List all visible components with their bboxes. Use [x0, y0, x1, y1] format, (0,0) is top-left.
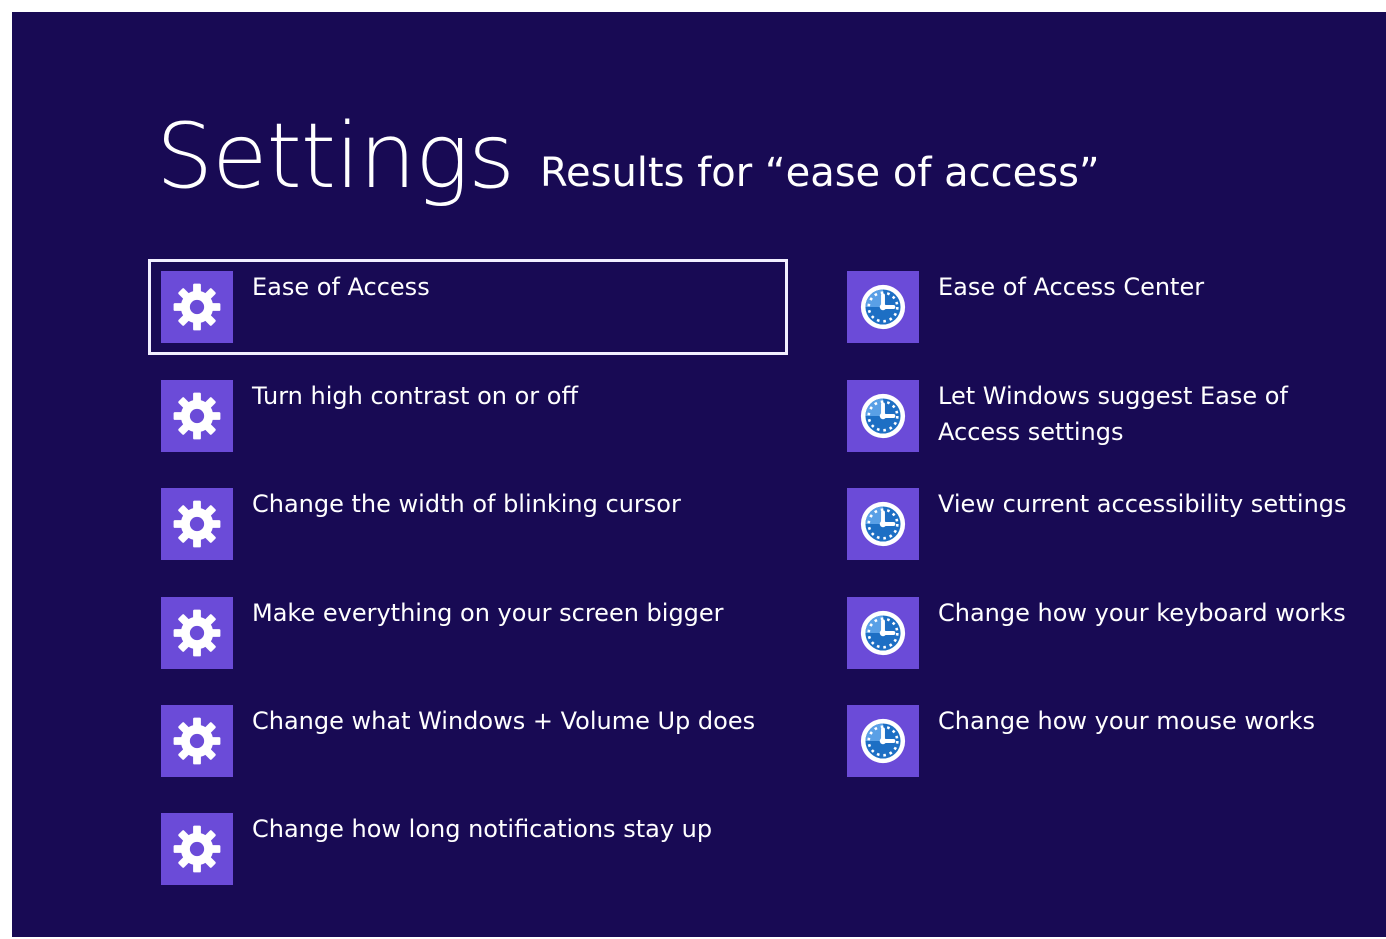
result-view-accessibility-settings[interactable]: View current accessibility settings	[834, 476, 1374, 572]
gear-icon	[161, 488, 233, 560]
result-blinking-cursor-width[interactable]: Change the width of blinking cursor	[148, 476, 788, 572]
result-notification-duration[interactable]: Change how long notifications stay up	[148, 801, 788, 897]
result-label: Ease of Access	[252, 273, 430, 301]
result-label: Change how your mouse works	[938, 707, 1316, 735]
gear-icon	[161, 271, 233, 343]
result-ease-of-access-center[interactable]: Ease of Access Center	[834, 259, 1374, 355]
ease-of-access-icon	[847, 705, 919, 777]
ease-of-access-icon	[847, 488, 919, 560]
gear-icon	[161, 813, 233, 885]
result-label: Change how long notifications stay up	[252, 815, 713, 843]
result-keyboard-settings[interactable]: Change how your keyboard works	[834, 585, 1374, 681]
result-label: Change how your keyboard works	[938, 599, 1346, 627]
result-label: View current accessibility settings	[938, 490, 1347, 518]
ease-of-access-icon	[847, 271, 919, 343]
gear-icon	[161, 705, 233, 777]
gear-icon	[161, 597, 233, 669]
gear-icon	[161, 380, 233, 452]
result-label: Make everything on your screen bigger	[252, 599, 724, 627]
result-turn-high-contrast[interactable]: Turn high contrast on or off	[148, 368, 788, 464]
page-title: Settings	[156, 104, 515, 209]
result-suggest-settings[interactable]: Let Windows suggest Ease of Access setti…	[834, 368, 1374, 464]
search-results-subtitle: Results for “ease of access”	[540, 150, 1100, 196]
settings-search-screen: Settings Results for “ease of access” Ea…	[12, 12, 1386, 937]
result-mouse-settings[interactable]: Change how your mouse works	[834, 693, 1374, 789]
result-label: Ease of Access Center	[938, 273, 1205, 301]
result-label: Change what Windows + Volume Up does	[252, 707, 756, 735]
result-label: Change the width of blinking cursor	[252, 490, 681, 518]
result-label: Let Windows suggest Ease of Access setti…	[938, 382, 1288, 446]
result-windows-volume-up[interactable]: Change what Windows + Volume Up does	[148, 693, 788, 789]
ease-of-access-icon	[847, 380, 919, 452]
result-label: Turn high contrast on or off	[252, 382, 579, 410]
ease-of-access-icon	[847, 597, 919, 669]
result-ease-of-access[interactable]: Ease of Access	[148, 259, 788, 355]
result-make-screen-bigger[interactable]: Make everything on your screen bigger	[148, 585, 788, 681]
